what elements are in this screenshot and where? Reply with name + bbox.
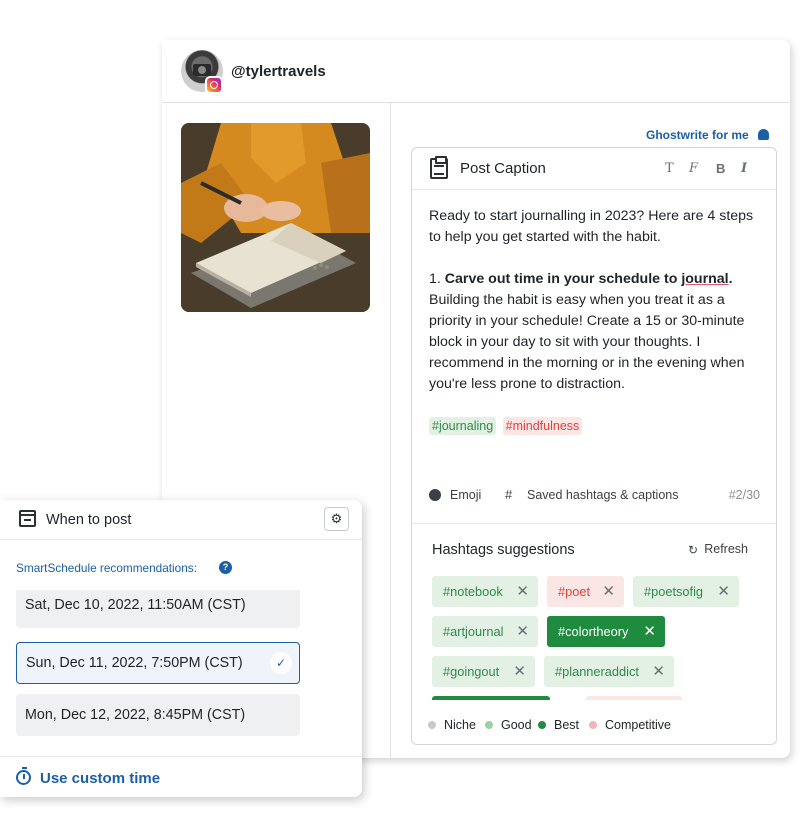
emoji-button[interactable]: Emoji: [450, 488, 481, 502]
time-slot-label: Mon, Dec 12, 2022, 8:45PM (CST): [25, 707, 246, 723]
bold-button[interactable]: B: [716, 161, 725, 176]
chip-row-partial: [432, 696, 762, 702]
ghostwrite-link[interactable]: Ghostwrite for me: [646, 128, 749, 142]
text-style-button[interactable]: T: [665, 161, 674, 176]
legend-label: Competitive: [605, 718, 671, 732]
when-to-post-card: When to post ⚙ SmartSchedule recommendat…: [0, 500, 362, 797]
chip-partial: [432, 696, 550, 700]
column-divider: [390, 103, 391, 758]
instagram-icon: [205, 76, 223, 94]
chip-poetsofig[interactable]: #poetsofig ✕: [633, 576, 739, 607]
chip-goingout[interactable]: #goingout ✕: [432, 656, 535, 687]
refresh-button[interactable]: Refresh: [704, 542, 748, 556]
chip-notebook[interactable]: #notebook ✕: [432, 576, 538, 607]
hashtag-icon[interactable]: #: [505, 487, 512, 502]
close-icon[interactable]: ✕: [516, 576, 529, 607]
step-heading: Carve out time in your schedule to journ…: [445, 271, 733, 287]
suggestion-chips: #notebook ✕ #poet ✕ #poetsofig ✕ #artjourna…: [432, 576, 762, 702]
spellcheck-word[interactable]: journal: [681, 271, 728, 287]
legend-dot: [428, 721, 436, 729]
caption-title: Post Caption: [460, 160, 546, 177]
italic-button[interactable]: I: [741, 161, 747, 176]
chip-row: #artjournal ✕ #colortheory ✕: [432, 616, 762, 656]
close-icon[interactable]: ✕: [602, 576, 615, 607]
profile-handle: @tylertravels: [231, 63, 326, 80]
post-image[interactable]: [181, 123, 370, 312]
emoji-icon[interactable]: [429, 489, 441, 501]
schedule-header: When to post ⚙: [0, 500, 362, 540]
time-slot-option[interactable]: Sat, Dec 10, 2022, 11:50AM (CST): [16, 590, 300, 628]
legend-best: Best: [538, 718, 579, 732]
chip-row: #goingout ✕ #planneraddict ✕: [432, 656, 762, 696]
hashtag-mindfulness[interactable]: #mindfulness: [502, 417, 583, 435]
chip-colortheory[interactable]: #colortheory ✕: [547, 616, 665, 647]
chip-label: #planneraddict: [555, 664, 639, 679]
legend-niche: Niche: [428, 718, 476, 732]
smartschedule-label: SmartSchedule recommendations:: [16, 561, 197, 575]
step-number: 1.: [429, 271, 441, 287]
checkmark-icon: ✓: [270, 652, 292, 674]
caption-paragraph-2: 1. Carve out time in your schedule to jo…: [429, 269, 759, 395]
legend-label: Niche: [444, 718, 476, 732]
chip-partial: [586, 696, 682, 700]
caption-panel: Post Caption T F B I Ready to start jour…: [411, 147, 777, 745]
time-slot-label: Sat, Dec 10, 2022, 11:50AM (CST): [25, 597, 246, 613]
chip-poet[interactable]: #poet ✕: [547, 576, 624, 607]
legend-competitive: Competitive: [589, 718, 671, 732]
close-icon[interactable]: ✕: [513, 656, 526, 687]
chip-label: #artjournal: [443, 624, 504, 639]
step-heading-end: .: [728, 271, 733, 287]
time-slot-option-selected[interactable]: Sun, Dec 11, 2022, 7:50PM (CST) ✓: [16, 642, 300, 684]
close-icon[interactable]: ✕: [516, 616, 529, 647]
settings-button[interactable]: ⚙: [324, 507, 349, 531]
step-heading-text: Carve out time in your schedule to: [444, 271, 678, 287]
caption-textarea[interactable]: Ready to start journalling in 2023? Here…: [429, 206, 759, 416]
custom-time-footer: Use custom time: [0, 756, 362, 797]
chip-label: #goingout: [443, 664, 500, 679]
chip-label: #poetsofig: [644, 584, 704, 599]
legend-label: Good: [501, 718, 532, 732]
close-icon[interactable]: ✕: [717, 576, 730, 607]
font-button[interactable]: F: [689, 161, 698, 176]
hashtag-counter: #2/30: [728, 488, 760, 502]
chip-artjournal[interactable]: #artjournal ✕: [432, 616, 538, 647]
schedule-title: When to post: [46, 512, 132, 528]
legend-dot: [538, 721, 546, 729]
clipboard-icon: [430, 156, 448, 179]
hashtag-journaling[interactable]: #journaling: [429, 417, 497, 435]
chip-label: #colortheory: [558, 624, 629, 639]
close-icon[interactable]: ✕: [652, 656, 665, 687]
use-custom-time-button[interactable]: Use custom time: [40, 770, 160, 787]
time-slot-option[interactable]: Mon, Dec 12, 2022, 8:45PM (CST): [16, 694, 300, 736]
saved-hashtags-button[interactable]: Saved hashtags & captions: [527, 488, 679, 502]
chip-planneraddict[interactable]: #planneraddict ✕: [544, 656, 674, 687]
refresh-icon[interactable]: ↻: [688, 543, 698, 557]
journaling-photo: [181, 123, 370, 312]
suggestions-title: Hashtags suggestions: [432, 542, 575, 558]
profile-header: @tylertravels: [162, 40, 790, 103]
calendar-icon: [19, 510, 36, 527]
chip-row: #notebook ✕ #poet ✕ #poetsofig ✕: [432, 576, 762, 616]
legend-good: Good: [485, 718, 532, 732]
caption-hashtags: #journaling #mindfulness: [429, 417, 584, 435]
caption-header: Post Caption T F B I: [412, 148, 776, 190]
time-slot-label: Sun, Dec 11, 2022, 7:50PM (CST): [26, 655, 243, 671]
help-icon[interactable]: ?: [219, 561, 232, 574]
legend-dot: [589, 721, 597, 729]
gear-icon: ⚙: [330, 511, 343, 526]
caption-paragraph-1: Ready to start journalling in 2023? Here…: [429, 208, 754, 245]
step-body: Building the habit is easy when you trea…: [429, 292, 745, 392]
close-icon[interactable]: ✕: [643, 616, 656, 647]
hashtag-suggestions: Hashtags suggestions ↻ Refresh #notebook…: [412, 523, 776, 744]
chip-label: #poet: [558, 584, 591, 599]
ghost-icon[interactable]: [758, 129, 769, 140]
legend-dot: [485, 721, 493, 729]
stopwatch-icon[interactable]: [16, 767, 31, 785]
legend-label: Best: [554, 718, 580, 732]
camera-icon: [193, 64, 211, 76]
chip-label: #notebook: [443, 584, 503, 599]
